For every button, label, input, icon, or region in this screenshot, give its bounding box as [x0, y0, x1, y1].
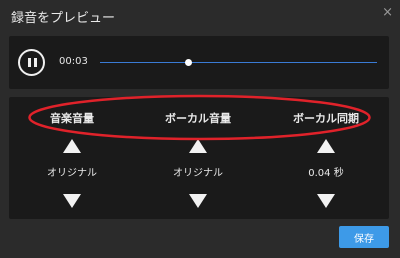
vocal-sync-value: 0.04 秒 — [308, 168, 344, 179]
music-volume-control: 音楽音量 オリジナル — [9, 97, 135, 219]
vocal-sync-down-button[interactable] — [317, 194, 335, 208]
vocal-volume-control: ボーカル音量 オリジナル — [135, 97, 261, 219]
save-button[interactable]: 保存 — [339, 226, 389, 248]
audio-settings-panel: 音楽音量 オリジナル ボーカル音量 オリジナル ボーカル同期 0.04 秒 — [9, 97, 389, 219]
current-time: 00:03 — [59, 56, 88, 67]
vocal-volume-up-button[interactable] — [189, 139, 207, 153]
vocal-sync-up-button[interactable] — [317, 139, 335, 153]
progress-thumb[interactable] — [185, 59, 193, 66]
progress-track[interactable] — [100, 62, 377, 63]
music-volume-value: オリジナル — [47, 168, 97, 179]
music-volume-label: 音楽音量 — [50, 112, 94, 125]
music-volume-up-button[interactable] — [63, 139, 81, 153]
music-volume-down-button[interactable] — [63, 194, 81, 208]
pause-button[interactable] — [18, 49, 45, 76]
close-icon[interactable]: × — [382, 5, 393, 20]
preview-player: 00:03 — [9, 36, 389, 89]
vocal-sync-control: ボーカル同期 0.04 秒 — [263, 97, 389, 219]
vocal-sync-label: ボーカル同期 — [293, 112, 359, 125]
vocal-volume-down-button[interactable] — [189, 194, 207, 208]
vocal-volume-value: オリジナル — [173, 168, 223, 179]
vocal-volume-label: ボーカル音量 — [165, 112, 231, 125]
dialog-title: 録音をプレビュー — [11, 11, 116, 26]
